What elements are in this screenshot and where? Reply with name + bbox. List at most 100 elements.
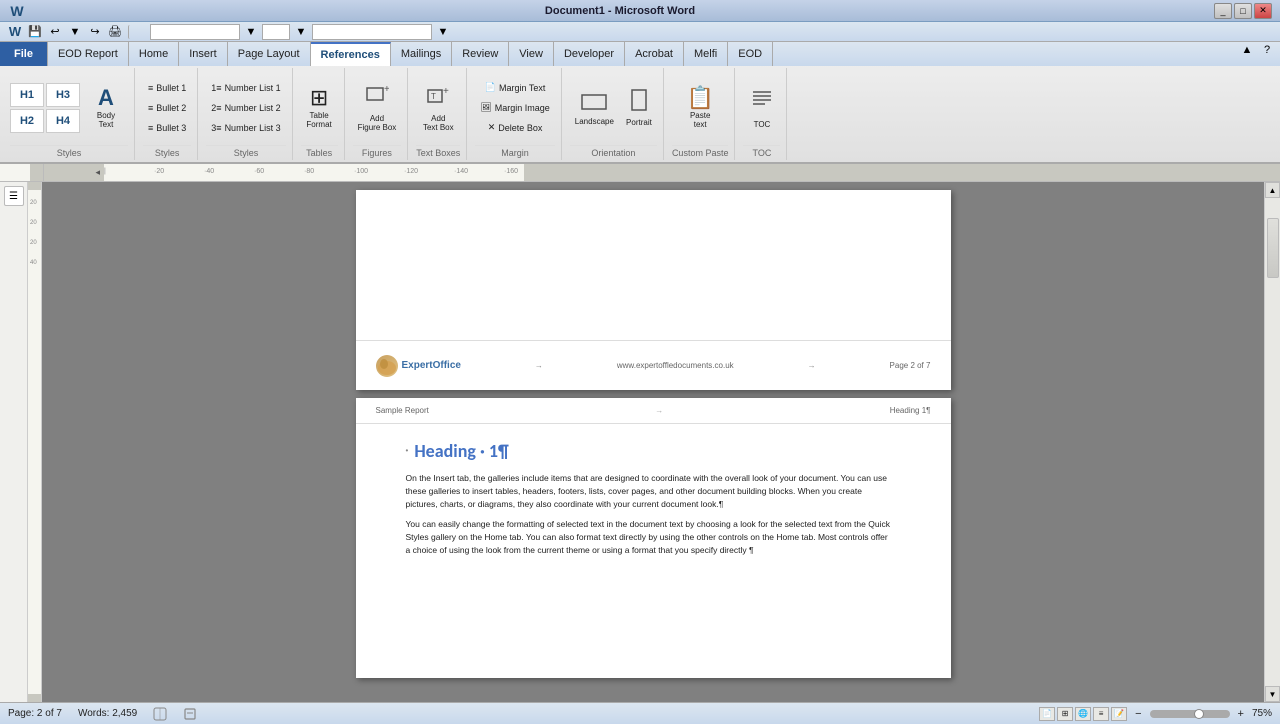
bullet3-button[interactable]: ≡ Bullet 3 [143, 119, 191, 137]
bullets-group-label: Styles [143, 145, 191, 158]
ribbon-collapse-button[interactable]: ▲ [1238, 42, 1256, 58]
view-draft-button[interactable]: 📝 [1111, 707, 1127, 721]
view-print-button[interactable]: 📄 [1039, 707, 1055, 721]
numlist3-label: Number List 3 [225, 123, 281, 133]
ribbon-content: H1 H3 H2 H4 A BodyText Styles [0, 66, 1280, 162]
view-web-button[interactable]: 🌐 [1075, 707, 1091, 721]
tab-page-layout[interactable]: Page Layout [228, 42, 311, 66]
save-button[interactable]: 💾 [26, 24, 44, 40]
h1-button[interactable]: H1 [10, 83, 44, 107]
document-area[interactable]: ExpertOffice → www.expertoffledocuments.… [42, 182, 1264, 702]
h2-button[interactable]: H2 [10, 109, 44, 133]
numlist2-button[interactable]: 2≡ Number List 2 [206, 99, 285, 117]
numlist1-icon: 1≡ [211, 83, 221, 93]
view-fullscreen-button[interactable]: ⊞ [1057, 707, 1073, 721]
bullet1-button[interactable]: ≡ Bullet 1 [143, 79, 191, 97]
portrait-button[interactable]: Portrait [621, 80, 657, 136]
tab-developer[interactable]: Developer [554, 42, 625, 66]
number-lists-content: 1≡ Number List 1 2≡ Number List 2 3≡ Num… [206, 70, 285, 145]
margin-text-icon: 📄 [485, 82, 496, 93]
delete-box-icon: ✕ [488, 122, 496, 133]
h4-button[interactable]: H4 [46, 109, 80, 133]
footer-url: www.expertoffledocuments.co.uk [617, 361, 734, 370]
font-size-dropdown-icon[interactable]: ▼ [292, 24, 310, 40]
group-custom-paste: 📋 Pastetext Custom Paste [666, 68, 736, 160]
heading-buttons: H1 H3 H2 H4 [10, 83, 80, 133]
font-size-selector[interactable]: 9 [262, 24, 290, 40]
zoom-level[interactable]: 75% [1252, 708, 1272, 719]
add-text-box-button[interactable]: T + AddText Box [418, 80, 459, 136]
style-selector[interactable]: Letterhead Foo [312, 24, 432, 40]
text-box-icon: T + [426, 84, 450, 112]
landscape-label: Landscape [575, 117, 614, 126]
toc-button[interactable]: TOC [744, 80, 780, 136]
tab-mailings[interactable]: Mailings [391, 42, 452, 66]
help-button[interactable]: ? [1258, 42, 1276, 58]
scroll-thumb[interactable] [1267, 218, 1279, 278]
margin-image-button[interactable]: 🖼 Margin Image [475, 99, 554, 117]
vertical-scrollbar: ▲ ▼ [1264, 182, 1280, 702]
tab-insert[interactable]: Insert [179, 42, 228, 66]
tab-view[interactable]: View [509, 42, 554, 66]
portrait-label: Portrait [626, 118, 652, 127]
tab-home[interactable]: Home [129, 42, 179, 66]
tab-eod-report[interactable]: EOD Report [48, 42, 129, 66]
logo-circle [376, 355, 398, 377]
zoom-thumb[interactable] [1194, 709, 1204, 719]
tab-melfi[interactable]: Melfi [684, 42, 728, 66]
zoom-in-button[interactable]: + [1238, 708, 1244, 720]
close-button[interactable]: ✕ [1254, 3, 1272, 19]
delete-box-button[interactable]: ✕ Delete Box [483, 119, 548, 137]
main-layout: ☰ 20 20 20 40 [0, 182, 1280, 702]
restore-button[interactable]: □ [1234, 3, 1252, 19]
tab-review[interactable]: Review [452, 42, 509, 66]
ribbon-tabs: File EOD Report Home Insert Page Layout … [0, 42, 1280, 66]
qa-separator [128, 25, 146, 39]
orientation-group-label: Orientation [570, 145, 657, 158]
scroll-up-button[interactable]: ▲ [1265, 182, 1280, 198]
h3-button[interactable]: H3 [46, 83, 80, 107]
margin-text-button[interactable]: 📄 Margin Text [480, 79, 551, 97]
ribbon: File EOD Report Home Insert Page Layout … [0, 42, 1280, 164]
scroll-down-button[interactable]: ▼ [1265, 686, 1280, 702]
tab-references[interactable]: References [311, 42, 391, 66]
style-dropdown-icon[interactable]: ▼ [434, 24, 452, 40]
minimize-button[interactable]: _ [1214, 3, 1232, 19]
vruler-mark-2: 20 [30, 220, 37, 226]
tab-file[interactable]: File [0, 42, 48, 66]
vruler-content: 20 20 20 40 [28, 190, 41, 694]
view-outline-button[interactable]: ≡ [1093, 707, 1109, 721]
doc-status-icon[interactable] [183, 707, 197, 721]
figures-content: + AddFigure Box [353, 70, 402, 145]
landscape-button[interactable]: Landscape [570, 80, 619, 136]
redo-button[interactable]: ↪ [86, 24, 104, 40]
tab-acrobat[interactable]: Acrobat [625, 42, 684, 66]
paragraph-1: On the Insert tab, the galleries include… [406, 472, 891, 510]
bullet2-button[interactable]: ≡ Bullet 2 [143, 99, 191, 117]
paste-text-button[interactable]: 📋 Pastetext [682, 80, 719, 136]
group-text-boxes: T + AddText Box Text Boxes [410, 68, 467, 160]
zoom-out-button[interactable]: − [1135, 708, 1141, 720]
zoom-slider[interactable] [1150, 710, 1230, 718]
add-figure-box-button[interactable]: + AddFigure Box [353, 80, 402, 136]
numlist1-button[interactable]: 1≡ Number List 1 [206, 79, 285, 97]
table-format-button[interactable]: ⊞ TableFormat [301, 80, 337, 136]
margin-text-label: Margin Text [499, 83, 545, 93]
tab-eod[interactable]: EOD [728, 42, 773, 66]
numlist3-button[interactable]: 3≡ Number List 3 [206, 119, 285, 137]
font-dropdown-icon[interactable]: ▼ [242, 24, 260, 40]
group-bullets: ≡ Bullet 1 ≡ Bullet 2 ≡ Bullet 3 Styles [137, 68, 198, 160]
figures-group-label: Figures [353, 145, 402, 158]
group-number-lists: 1≡ Number List 1 2≡ Number List 2 3≡ Num… [200, 68, 292, 160]
scroll-track[interactable] [1265, 198, 1280, 686]
ruler-mark-7: ·140 [454, 168, 468, 175]
undo-button[interactable]: ↩ [46, 24, 64, 40]
body-text-button[interactable]: A BodyText [84, 80, 128, 136]
header-left-text: Sample Report [376, 406, 429, 415]
body-text-icon: A [98, 87, 114, 109]
font-family-selector[interactable]: Arial (Body) [150, 24, 240, 40]
vruler-margin-top [28, 182, 41, 190]
nav-panel-button[interactable]: ☰ [4, 186, 24, 206]
print-preview-button[interactable]: 🖨 [106, 24, 124, 40]
tabs-spacer [773, 42, 1238, 66]
